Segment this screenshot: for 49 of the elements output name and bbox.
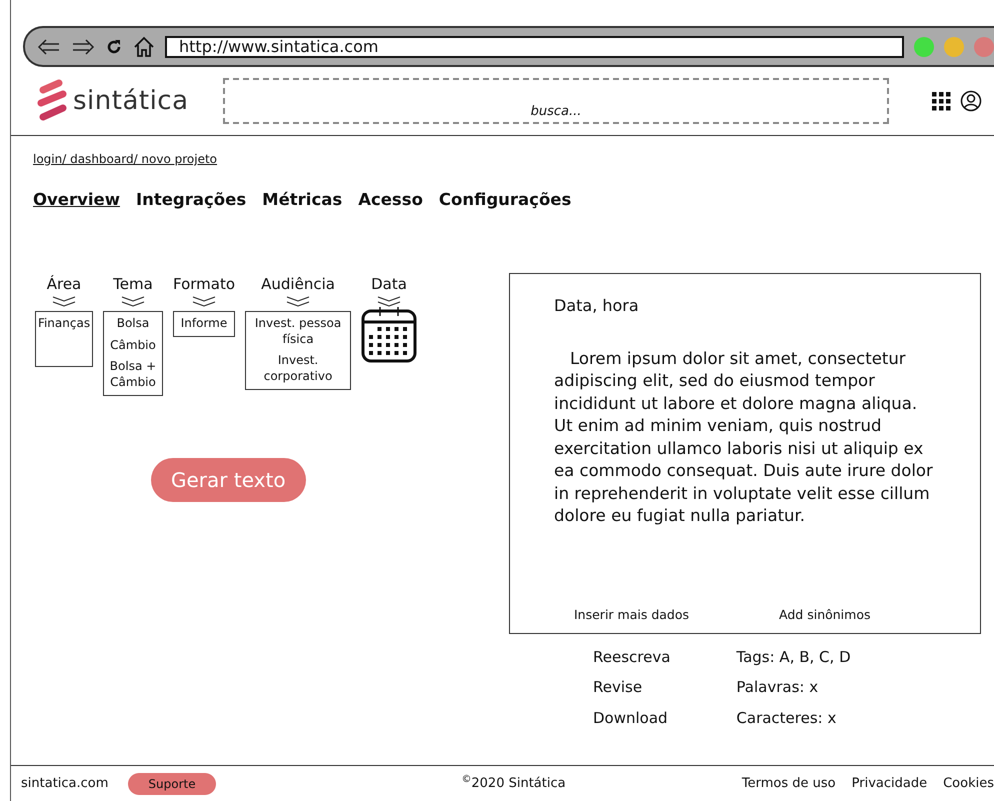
filter-option[interactable]: Câmbio [110,338,156,354]
filter-option[interactable]: Invest. corporativo [249,353,348,385]
nav-tab[interactable]: Métricas [262,188,342,213]
filter-option[interactable]: Finanças [38,316,90,332]
filter-label: Área [46,274,82,295]
stat-text: Caracteres: x [736,708,836,729]
filter-label: Audiência [261,274,335,295]
search-field[interactable]: busca... [223,78,889,124]
stat-text: Palavras: x [736,677,818,698]
filter-label: Formato [173,274,236,295]
nav-tab[interactable]: Configurações [438,188,572,213]
chevron-down-icon[interactable] [286,295,310,308]
nav-tab[interactable]: Integrações [136,188,246,213]
chevron-down-icon[interactable] [377,295,402,308]
filter-option[interactable]: Bolsa + Câmbio [107,359,159,391]
panel-link[interactable]: Inserir mais dados [574,606,690,625]
filter-label: Tema [113,274,153,295]
action-link[interactable]: Reescreva [593,646,670,668]
reload-icon[interactable] [105,38,123,56]
panel-link[interactable]: Add sinônimos [779,606,870,625]
output-heading: Data, hora [554,294,640,317]
footer-link[interactable]: Privacidade [852,774,928,794]
filter-option[interactable]: Bolsa [116,316,150,332]
address-bar[interactable]: http://www.sintatica.com [165,36,904,58]
forward-arrow-icon[interactable] [71,36,95,56]
action-link[interactable]: Revise [593,676,642,699]
copyright-text: $^{©}$2020 Sintática [462,774,566,793]
filter-option[interactable]: Invest. pessoa física [249,316,348,348]
nav-tab[interactable]: Acesso [358,188,423,213]
footer-link[interactable]: Cookies [943,774,994,794]
back-arrow-icon[interactable] [37,36,61,56]
action-link[interactable]: Download [593,706,668,730]
user-icon[interactable] [960,90,982,112]
chevron-down-icon[interactable] [121,295,145,308]
logo-text: sintática [73,84,189,118]
output-text: Lorem ipsum dolor sit amet, consectetur adipiscing elit, sed do eiusmod tempor incididunt ut labore et dolore magna aliqua. Ut enim ad minim veniam, quis nostrud exercitation ullamco laboris nisi ut aliquip ex ea commodo consequat. Duis aute irure dolor in reprehenderit in voluptate velit esse cillum dolore eu fugiat nulla pariatur. [554,348,934,528]
breadcrumb-link[interactable]: login/ dashboard/ novo projeto [33,150,218,168]
nav-tab[interactable]: Overview [33,188,120,213]
filter-option[interactable]: Informe [180,316,228,332]
chevron-down-icon[interactable] [52,295,76,308]
chevron-down-icon[interactable] [192,295,216,308]
footer-site: sintatica.com [21,774,108,793]
calendar-icon[interactable] [361,307,418,364]
filter-label: Data [371,274,407,295]
home-icon[interactable] [133,36,155,58]
stat-text: Tags: A, B, C, D [736,646,851,668]
support-button[interactable]: Suporte [128,772,216,794]
footer-link[interactable]: Termos de uso [742,774,836,794]
apps-grid-icon[interactable] [931,90,952,112]
